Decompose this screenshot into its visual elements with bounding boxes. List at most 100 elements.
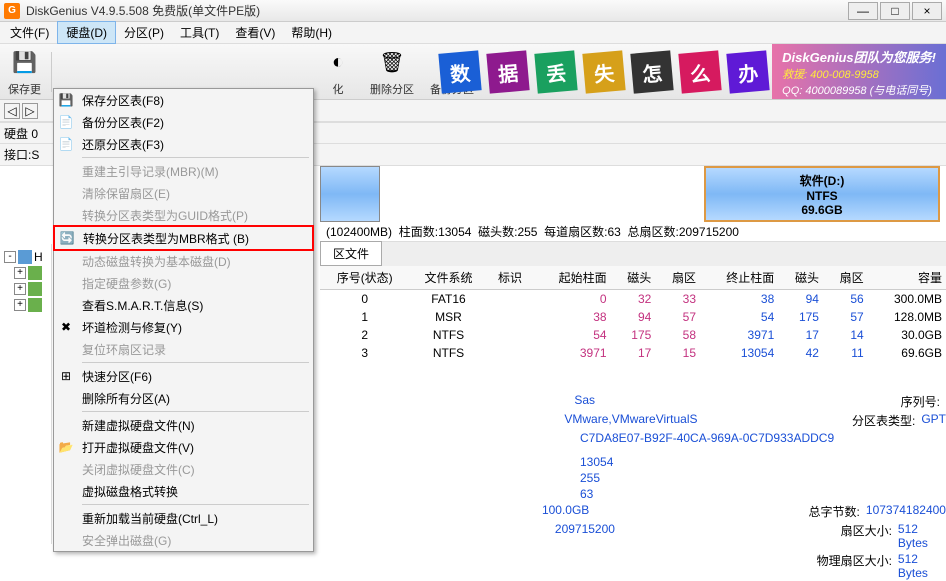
menu-item[interactable]: 查看S.M.A.R.T.信息(S) <box>54 294 313 316</box>
iface-label: 接口:S <box>4 146 39 163</box>
menu-item[interactable]: 🔄转换分区表类型为MBR格式 (B) <box>55 227 312 249</box>
banner-tile: 失 <box>582 50 625 93</box>
menu-item[interactable]: 📄还原分区表(F3) <box>54 133 313 155</box>
menu-help[interactable]: 帮助(H) <box>283 22 340 43</box>
menu-icon: 📄 <box>58 114 74 130</box>
partition-fs: NTFS <box>806 189 837 203</box>
col-header[interactable]: 序号(状态) <box>320 266 409 290</box>
title-bar: G DiskGenius V4.9.5.508 免费版(单文件PE版) — □ … <box>0 0 946 22</box>
banner-phone: DiskGenius团队为您服务! 救援: 400-008-9958 QQ: 4… <box>772 44 946 100</box>
promo-banner: 数 据 丢 失 怎 么 办 DiskGenius团队为您服务! 救援: 400-… <box>436 44 946 100</box>
menu-view[interactable]: 查看(V) <box>227 22 283 43</box>
col-header[interactable]: 终止柱面 <box>700 266 778 290</box>
partition-size: 69.6GB <box>801 203 842 217</box>
menu-item[interactable]: 📄备份分区表(F2) <box>54 111 313 133</box>
menu-item[interactable]: 新建虚拟硬盘文件(N) <box>54 414 313 436</box>
tree-node[interactable]: + <box>14 282 47 296</box>
window-title: DiskGenius V4.9.5.508 免费版(单文件PE版) <box>26 2 846 19</box>
partition-segment[interactable] <box>320 166 380 222</box>
partition-table: 序号(状态)文件系统标识起始柱面磁头扇区终止柱面磁头扇区容量 0FAT16032… <box>320 266 946 362</box>
menu-disk[interactable]: 硬盘(D) <box>57 21 116 44</box>
menu-item: 重建主引导记录(MBR)(M) <box>54 160 313 182</box>
menu-tools[interactable]: 工具(T) <box>172 22 227 43</box>
col-header[interactable]: 扇区 <box>655 266 700 290</box>
menu-partition[interactable]: 分区(P) <box>116 22 172 43</box>
col-header[interactable]: 文件系统 <box>409 266 487 290</box>
menu-item[interactable]: ⊞快速分区(F6) <box>54 365 313 387</box>
menu-item[interactable]: 虚拟磁盘格式转换 <box>54 480 313 502</box>
disk-dropdown-menu: 💾保存分区表(F8)📄备份分区表(F2)📄还原分区表(F3) 重建主引导记录(MB… <box>53 88 314 552</box>
menu-item[interactable]: 📂打开虚拟硬盘文件(V) <box>54 436 313 458</box>
menu-item: 清除保留扇区(E) <box>54 182 313 204</box>
format-button[interactable]: ◐化 <box>314 44 362 100</box>
menu-icon: 📄 <box>58 136 74 152</box>
col-header[interactable]: 容量 <box>868 266 946 290</box>
main-area: 💾保存分区表(F8)📄备份分区表(F2)📄还原分区表(F3)重建主引导记录(MB… <box>0 166 946 550</box>
tree-node[interactable]: + <box>14 298 47 312</box>
partition-name: 软件(D:) <box>800 172 845 189</box>
menu-item: 关闭虚拟硬盘文件(C) <box>54 458 313 480</box>
table-row[interactable]: 3NTFS3971171513054421169.6GB <box>320 344 946 362</box>
banner-tile: 办 <box>726 50 769 93</box>
menu-icon: 🔄 <box>59 230 75 246</box>
table-row[interactable]: 2NTFS54175583971171430.0GB <box>320 326 946 344</box>
menu-item: 动态磁盘转换为基本磁盘(D) <box>54 250 313 272</box>
banner-tile: 数 <box>438 50 481 93</box>
collapse-icon[interactable]: - <box>4 251 16 263</box>
tree-node[interactable]: -H <box>4 250 47 264</box>
menu-icon: 💾 <box>58 92 74 108</box>
menu-item[interactable]: 💾保存分区表(F8) <box>54 89 313 111</box>
banner-tile: 据 <box>486 50 529 93</box>
banner-tile: 么 <box>678 50 721 93</box>
menu-icon: ✖ <box>58 319 74 335</box>
col-header[interactable]: 扇区 <box>823 266 868 290</box>
partition-icon <box>28 298 42 312</box>
tree-node[interactable]: + <box>14 266 47 280</box>
maximize-button[interactable]: □ <box>880 2 910 20</box>
col-header[interactable]: 标识 <box>488 266 533 290</box>
table-row[interactable]: 0FAT1603233389456300.0MB <box>320 290 946 309</box>
menu-icon: 📂 <box>58 439 74 455</box>
close-button[interactable]: × <box>912 2 942 20</box>
geometry-row: (102400MB) 柱面数:13054 磁头数:255 每道扇区数:63 总扇… <box>320 222 946 242</box>
tab-files[interactable]: 区文件 <box>320 241 382 266</box>
trash-icon: 🗑 <box>376 47 408 79</box>
disk-tree: -H + + + <box>0 244 52 544</box>
menu-bar: 文件(F) 硬盘(D) 分区(P) 工具(T) 查看(V) 帮助(H) <box>0 22 946 44</box>
format-icon: ◐ <box>322 47 354 79</box>
save-icon: 💾 <box>9 47 41 79</box>
banner-tile: 丢 <box>534 50 577 93</box>
disk-label: 硬盘 0 <box>4 125 38 142</box>
partition-strip: 软件(D:) NTFS 69.6GB <box>320 166 946 222</box>
table-row[interactable]: 1MSR3894575417557128.0MB <box>320 308 946 326</box>
menu-item: 复位环扇区记录 <box>54 338 313 360</box>
expand-icon[interactable]: + <box>14 299 26 311</box>
col-header[interactable]: 起始柱面 <box>532 266 610 290</box>
partition-icon <box>28 266 42 280</box>
banner-tile: 怎 <box>630 50 673 93</box>
tab-strip: 区文件 <box>320 242 946 266</box>
expand-icon[interactable]: + <box>14 267 26 279</box>
menu-item: 安全弹出磁盘(G) <box>54 529 313 551</box>
forward-button[interactable]: ▷ <box>22 103 38 119</box>
menu-item[interactable]: ✖坏道检测与修复(Y) <box>54 316 313 338</box>
partition-icon <box>28 282 42 296</box>
menu-item: 指定硬盘参数(G) <box>54 272 313 294</box>
save-button[interactable]: 💾保存更 <box>0 44 49 100</box>
menu-icon: ⊞ <box>58 368 74 384</box>
col-header[interactable]: 磁头 <box>611 266 656 290</box>
partition-d[interactable]: 软件(D:) NTFS 69.6GB <box>704 166 940 222</box>
menu-item: 转换分区表类型为GUID格式(P) <box>54 204 313 226</box>
disk-details: Sas序列号: VMware,VMwareVirtualS分区表类型:GPT C… <box>320 392 946 581</box>
menu-item[interactable]: 删除所有分区(A) <box>54 387 313 409</box>
col-header[interactable]: 磁头 <box>778 266 823 290</box>
separator <box>51 52 52 92</box>
delete-partition-button[interactable]: 🗑删除分区 <box>362 44 422 100</box>
expand-icon[interactable]: + <box>14 283 26 295</box>
minimize-button[interactable]: — <box>848 2 878 20</box>
disk-icon <box>18 250 32 264</box>
back-button[interactable]: ◁ <box>4 103 20 119</box>
menu-file[interactable]: 文件(F) <box>2 22 57 43</box>
menu-item[interactable]: 重新加载当前硬盘(Ctrl_L) <box>54 507 313 529</box>
app-icon: G <box>4 3 20 19</box>
